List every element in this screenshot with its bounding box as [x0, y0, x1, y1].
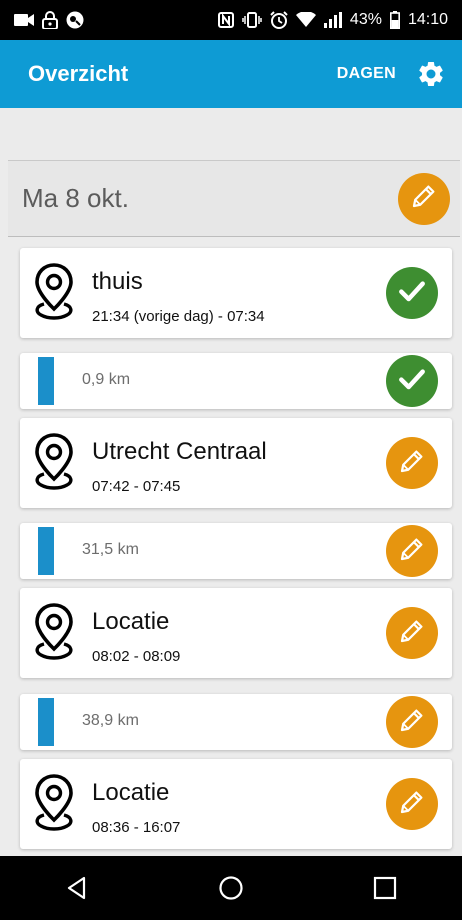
location-card[interactable]: thuis 21:34 (vorige dag) - 07:34 [20, 248, 452, 338]
location-pin-icon [32, 262, 76, 324]
distance-text: 31,5 km [82, 541, 139, 558]
vibrate-icon [242, 12, 262, 28]
location-card[interactable]: Utrecht Centraal 07:42 - 07:45 [20, 418, 452, 508]
location-time: 07:42 - 07:45 [92, 478, 181, 495]
timeline-list: thuis 21:34 (vorige dag) - 07:34 0,9 km … [0, 236, 462, 856]
gear-icon[interactable] [416, 59, 446, 89]
distance-bar [38, 527, 54, 575]
back-icon[interactable] [57, 868, 97, 908]
location-pin-icon [32, 602, 76, 664]
edit-day-button[interactable] [398, 172, 450, 225]
pencil-icon [397, 446, 427, 481]
location-card[interactable]: Locatie 08:02 - 08:09 [20, 588, 452, 678]
lock-icon [42, 11, 58, 29]
location-pin-icon [32, 432, 76, 494]
location-time: 08:02 - 08:09 [92, 648, 181, 665]
location-name: Utrecht Centraal [92, 438, 267, 465]
distance-card[interactable]: 31,5 km [20, 523, 452, 579]
location-time: 08:36 - 16:07 [92, 819, 181, 836]
location-name: thuis [92, 268, 143, 295]
page-title: Overzicht [28, 61, 129, 86]
app-notification-icon [66, 11, 84, 29]
pencil-icon [397, 534, 427, 569]
edit-button[interactable] [386, 696, 438, 748]
recents-icon[interactable] [365, 868, 405, 908]
checkmark-icon [396, 275, 428, 312]
top-spacer [0, 108, 462, 160]
location-card[interactable]: Locatie 08:36 - 16:07 [20, 759, 452, 849]
pencil-icon [409, 181, 439, 216]
app-bar: Overzicht DAGEN [0, 40, 462, 108]
wifi-icon [295, 12, 316, 28]
battery-icon [389, 11, 400, 29]
checkmark-icon [396, 363, 428, 400]
location-pin-icon [32, 773, 76, 835]
location-name: Locatie [92, 779, 170, 806]
location-name: Locatie [92, 608, 170, 635]
location-time: 21:34 (vorige dag) - 07:34 [92, 308, 265, 325]
battery-percent: 43% [349, 11, 382, 28]
edit-button[interactable] [386, 437, 438, 489]
distance-text: 38,9 km [82, 712, 139, 729]
pencil-icon [397, 705, 427, 740]
navigation-bar [0, 856, 462, 920]
signal-icon [323, 12, 342, 28]
distance-card[interactable]: 38,9 km [20, 694, 452, 750]
nfc-icon [217, 12, 234, 28]
video-camera-icon [14, 13, 34, 27]
confirm-button[interactable] [386, 355, 438, 407]
days-button[interactable]: DAGEN [337, 65, 396, 83]
confirm-button[interactable] [386, 267, 438, 319]
distance-bar [38, 698, 54, 746]
clock: 14:10 [407, 11, 448, 28]
day-date: Ma 8 okt. [22, 183, 129, 213]
status-bar: 43% 14:10 [0, 0, 462, 40]
distance-bar [38, 357, 54, 405]
pencil-icon [397, 616, 427, 651]
distance-card[interactable]: 0,9 km [20, 353, 452, 409]
distance-text: 0,9 km [82, 371, 131, 388]
edit-button[interactable] [386, 778, 438, 830]
edit-button[interactable] [386, 525, 438, 577]
day-header: Ma 8 okt. [8, 160, 460, 236]
pencil-icon [397, 787, 427, 822]
home-icon[interactable] [211, 868, 251, 908]
edit-button[interactable] [386, 607, 438, 659]
alarm-icon [270, 11, 288, 29]
